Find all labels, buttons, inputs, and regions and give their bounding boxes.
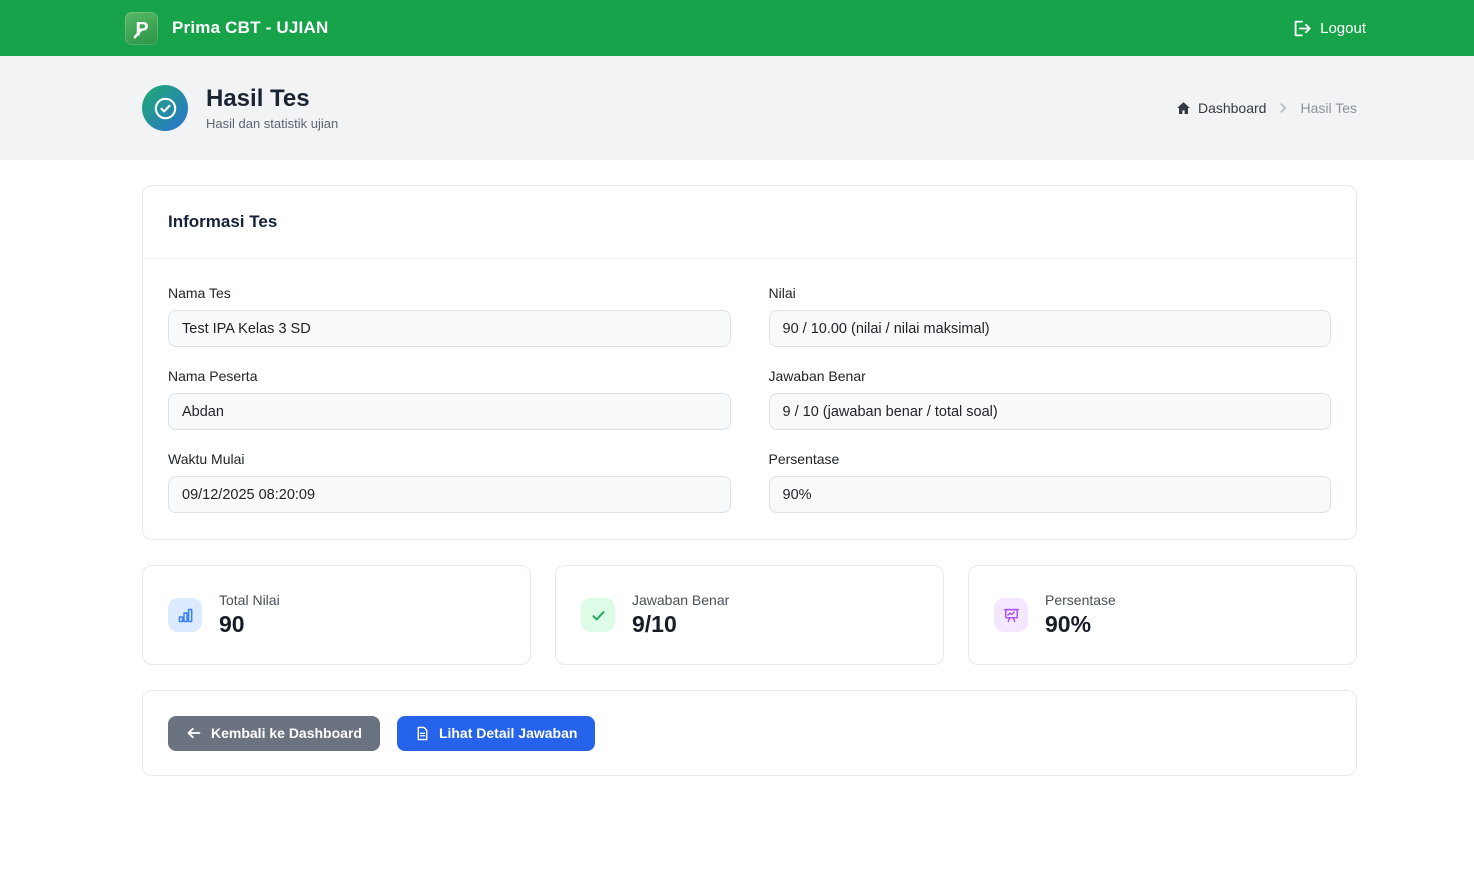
- stat-label: Total Nilai: [219, 592, 280, 608]
- breadcrumb-current: Hasil Tes: [1300, 100, 1357, 116]
- page-header-band: Hasil Tes Hasil dan statistik ujian Dash…: [0, 56, 1474, 160]
- field-label: Nama Tes: [168, 285, 731, 301]
- view-answer-detail-button[interactable]: Lihat Detail Jawaban: [397, 716, 595, 751]
- stat-card-jawaban-benar: Jawaban Benar 9/10: [555, 565, 944, 665]
- stat-value: 9/10: [632, 611, 729, 638]
- nama-tes-input[interactable]: [168, 310, 731, 347]
- stats-row: Total Nilai 90 Jawaban Benar 9/10 Persen…: [142, 565, 1357, 665]
- brand: P Prima CBT - UJIAN: [125, 12, 328, 45]
- field-label: Jawaban Benar: [769, 368, 1332, 384]
- field-persentase: Persentase: [769, 451, 1332, 513]
- stat-value: 90: [219, 611, 280, 638]
- field-waktu-mulai: Waktu Mulai: [168, 451, 731, 513]
- breadcrumb-dashboard-link[interactable]: Dashboard: [1176, 100, 1267, 116]
- stat-label: Persentase: [1045, 592, 1116, 608]
- logout-label: Logout: [1320, 20, 1366, 37]
- actions-card: Kembali ke Dashboard Lihat Detail Jawaba…: [142, 690, 1357, 776]
- stat-card-total-nilai: Total Nilai 90: [142, 565, 531, 665]
- document-icon: [415, 726, 430, 741]
- field-jawaban-benar: Jawaban Benar: [769, 368, 1332, 430]
- bar-chart-icon: [168, 598, 202, 632]
- field-label: Nama Peserta: [168, 368, 731, 384]
- logout-icon: [1294, 20, 1311, 37]
- page-title: Hasil Tes: [206, 85, 338, 113]
- arrow-left-icon: [186, 725, 202, 741]
- topbar: P Prima CBT - UJIAN Logout: [0, 0, 1474, 56]
- breadcrumb-dashboard-label: Dashboard: [1198, 100, 1267, 116]
- presentation-chart-icon: [994, 598, 1028, 632]
- stat-label: Jawaban Benar: [632, 592, 729, 608]
- chevron-right-icon: [1276, 101, 1290, 115]
- back-button-label: Kembali ke Dashboard: [211, 725, 362, 741]
- field-nilai: Nilai: [769, 285, 1332, 347]
- info-card-title: Informasi Tes: [168, 212, 1331, 232]
- persentase-input[interactable]: [769, 476, 1332, 513]
- stat-value: 90%: [1045, 611, 1116, 638]
- check-icon: [581, 598, 615, 632]
- field-label: Persentase: [769, 451, 1332, 467]
- logout-button[interactable]: Logout: [1294, 20, 1366, 37]
- stat-card-persentase: Persentase 90%: [968, 565, 1357, 665]
- field-label: Waktu Mulai: [168, 451, 731, 467]
- jawaban-benar-input[interactable]: [769, 393, 1332, 430]
- app-title: Prima CBT - UJIAN: [172, 18, 328, 38]
- home-icon: [1176, 101, 1191, 116]
- nama-peserta-input[interactable]: [168, 393, 731, 430]
- waktu-mulai-input[interactable]: [168, 476, 731, 513]
- info-card: Informasi Tes Nama Tes Nilai Nama Pesert…: [142, 185, 1357, 540]
- check-circle-icon: [142, 85, 188, 131]
- prima-logo-icon: P: [125, 12, 158, 45]
- info-card-header: Informasi Tes: [143, 186, 1356, 259]
- back-to-dashboard-button[interactable]: Kembali ke Dashboard: [168, 716, 380, 751]
- field-nama-tes: Nama Tes: [168, 285, 731, 347]
- field-label: Nilai: [769, 285, 1332, 301]
- detail-button-label: Lihat Detail Jawaban: [439, 725, 577, 741]
- field-nama-peserta: Nama Peserta: [168, 368, 731, 430]
- nilai-input[interactable]: [769, 310, 1332, 347]
- page-subtitle: Hasil dan statistik ujian: [206, 116, 338, 131]
- breadcrumb: Dashboard Hasil Tes: [1176, 100, 1357, 116]
